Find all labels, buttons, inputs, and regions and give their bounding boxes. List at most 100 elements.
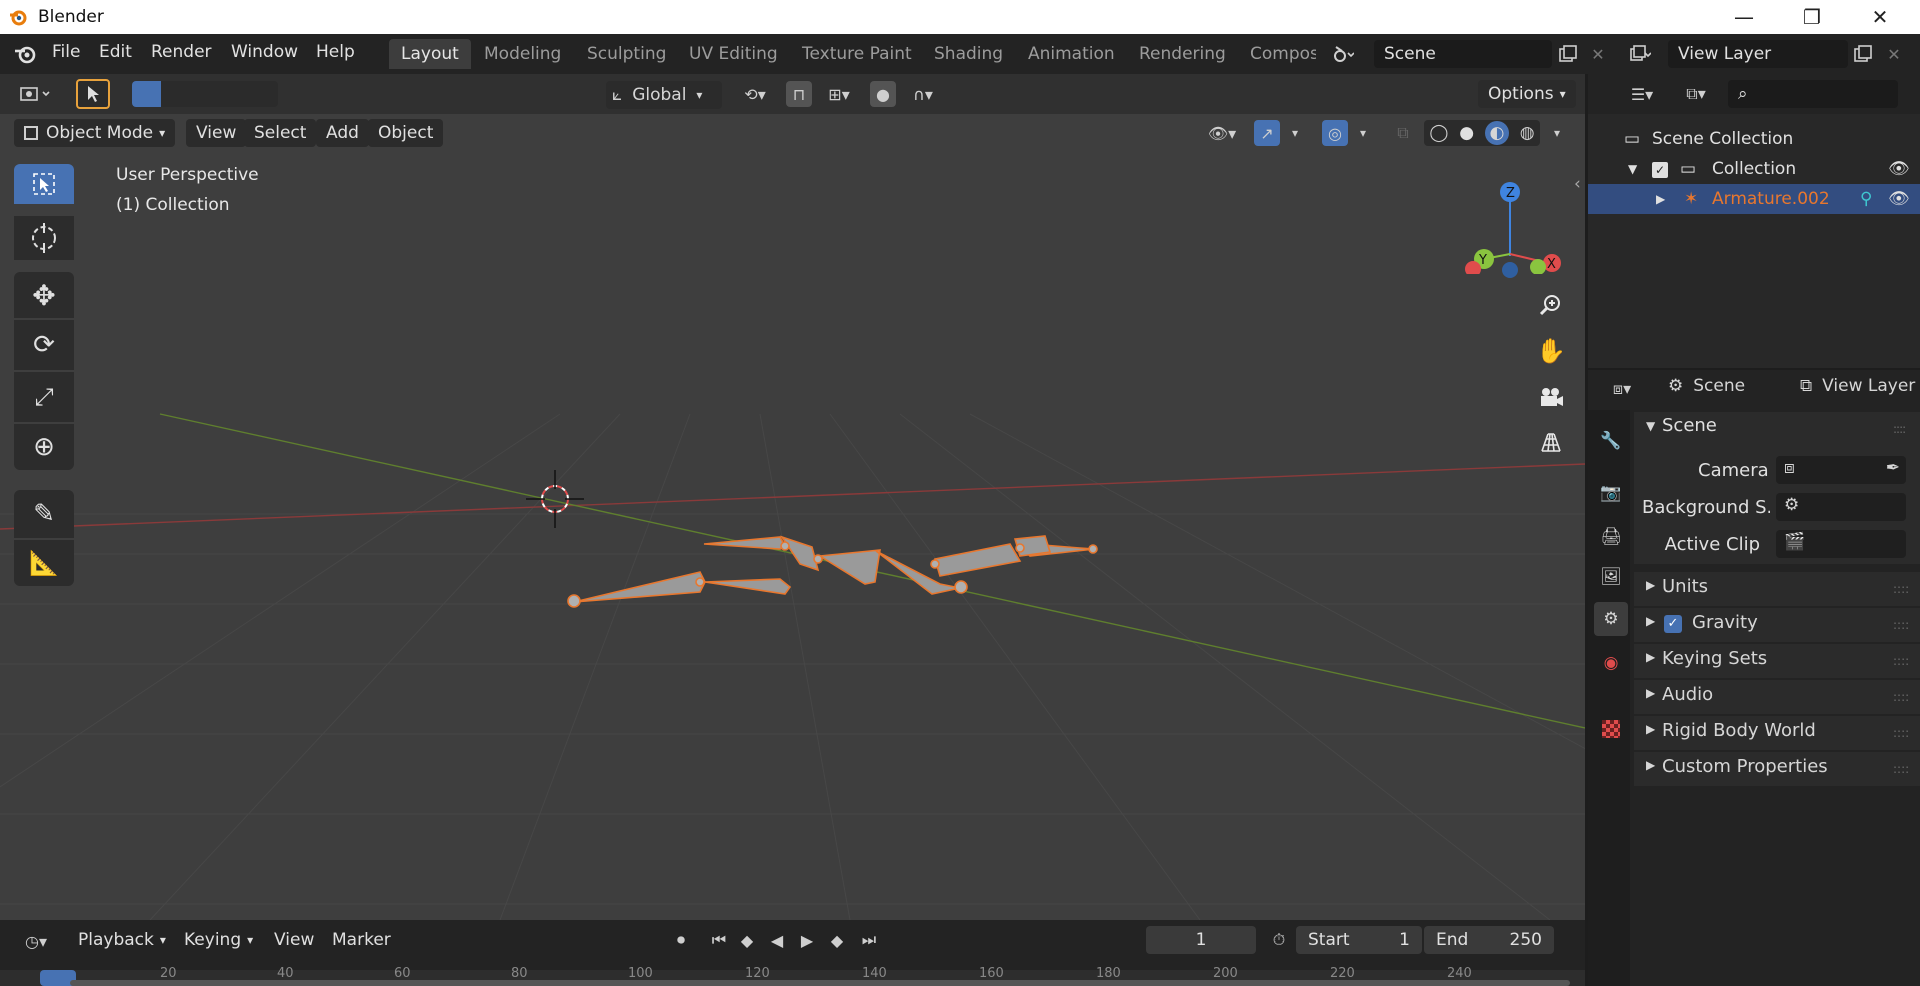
armature-data-icon[interactable]: ⚲ xyxy=(1860,184,1872,214)
properties-editor-type-icon[interactable]: ⧈▾ xyxy=(1602,376,1642,402)
transform-orientation-dropdown[interactable]: ⟀ Global ▾ xyxy=(606,81,722,109)
view-layer-tab-icon[interactable]: 🖼 xyxy=(1594,560,1628,594)
custom-properties-panel[interactable]: ▶ Custom Properties :::: xyxy=(1634,752,1920,786)
timeline-editor-type-icon[interactable]: ◷▾ xyxy=(16,928,56,954)
new-scene-icon[interactable] xyxy=(1555,41,1581,67)
keying-sets-panel[interactable]: ▶ Keying Sets :::: xyxy=(1634,644,1920,678)
units-panel[interactable]: ▶ Units :::: xyxy=(1634,572,1920,606)
menu-view[interactable]: View xyxy=(186,119,247,147)
object-mode-dropdown[interactable]: Object Mode ▾ xyxy=(14,119,176,147)
annotate-tool[interactable]: ✎ xyxy=(14,490,74,538)
timeline-view-menu[interactable]: View xyxy=(266,926,322,954)
eye-icon[interactable]: 👁 xyxy=(1888,154,1910,184)
armature-row[interactable]: ▶ ✶ Armature.002 ⚲ 👁 xyxy=(1588,184,1920,214)
jump-end-icon[interactable]: ⏭ xyxy=(856,927,882,953)
proportional-edit-icon[interactable]: ● xyxy=(870,81,896,107)
scale-tool[interactable]: ⤢ xyxy=(14,372,74,422)
view-layer-field[interactable]: View Layer xyxy=(1668,40,1848,68)
select-new-icon[interactable] xyxy=(132,81,161,107)
play-reverse-icon[interactable]: ◀ xyxy=(764,927,790,953)
collapse-arrow-icon[interactable]: ▼ xyxy=(1646,419,1655,433)
end-frame-field[interactable]: End 250 xyxy=(1424,926,1554,954)
sidebar-toggle-icon[interactable]: ‹ xyxy=(1574,174,1581,194)
menu-file[interactable]: File xyxy=(52,42,80,66)
gravity-checkbox[interactable]: ✓ xyxy=(1664,615,1682,633)
select-subtract-icon[interactable] xyxy=(190,81,219,107)
snap-toggle-icon[interactable]: ⊓ xyxy=(786,81,812,107)
world-tab-icon[interactable]: ◉ xyxy=(1594,646,1628,680)
tool-tab-icon[interactable]: 🔧 xyxy=(1594,424,1628,458)
preview-range-icon[interactable]: ⏱ xyxy=(1266,927,1292,953)
menu-help[interactable]: Help xyxy=(316,42,355,66)
falloff-icon[interactable]: ∩▾ xyxy=(900,81,946,107)
menu-add[interactable]: Add xyxy=(316,119,369,147)
snap-target-icon[interactable]: ⊞▾ xyxy=(816,81,862,107)
menu-edit[interactable]: Edit xyxy=(99,42,132,66)
3d-cursor[interactable] xyxy=(526,470,584,528)
collection-row[interactable]: ▼ ✓ ▭ Collection 👁 xyxy=(1588,154,1920,184)
shading-dropdown-icon[interactable]: ▾ xyxy=(1544,120,1570,146)
wireframe-shading-icon[interactable]: ◯ xyxy=(1429,123,1448,143)
new-view-layer-icon[interactable] xyxy=(1850,41,1876,67)
rendered-shading-icon[interactable]: ◍ xyxy=(1520,123,1535,143)
scene-collection-row[interactable]: ▭ Scene Collection xyxy=(1588,124,1920,154)
overlays-toggle-icon[interactable]: ◎ xyxy=(1322,120,1348,146)
tab-compositing[interactable]: Compos xyxy=(1238,39,1316,69)
eye-icon[interactable]: 👁 xyxy=(1888,184,1910,214)
scene-selector-icon[interactable] xyxy=(1330,41,1356,67)
delete-scene-icon[interactable]: ✕ xyxy=(1585,41,1611,67)
overlays-dropdown-icon[interactable]: ▾ xyxy=(1350,120,1376,146)
menu-object[interactable]: Object xyxy=(368,119,444,147)
scene-tab-icon[interactable]: ⚙ xyxy=(1594,602,1628,636)
audio-panel[interactable]: ▶ Audio :::: xyxy=(1634,680,1920,714)
output-tab-icon[interactable]: 🖨 xyxy=(1594,520,1628,554)
camera-view-icon[interactable] xyxy=(1532,378,1570,416)
select-extend-icon[interactable] xyxy=(161,81,190,107)
gizmo-dropdown-icon[interactable]: ▾ xyxy=(1282,120,1308,146)
menu-select[interactable]: Select xyxy=(244,119,317,147)
frame-ruler[interactable]: 20 40 60 80 100 120 140 160 180 200 220 240 xyxy=(0,966,1585,986)
blender-menu-icon[interactable] xyxy=(12,42,38,66)
camera-field[interactable]: ⧈ ✒ xyxy=(1776,456,1906,484)
menu-window[interactable]: Window xyxy=(231,42,298,66)
editor-type-icon[interactable] xyxy=(14,81,58,107)
expand-arrow-icon[interactable]: ▶ xyxy=(1656,184,1665,214)
neg-z-axis-icon[interactable] xyxy=(1502,262,1518,278)
material-shading-icon[interactable]: ◐ xyxy=(1484,121,1509,145)
zoom-icon[interactable] xyxy=(1532,286,1570,324)
tab-modeling[interactable]: Modeling xyxy=(472,39,573,69)
transform-tool[interactable]: ⊕ xyxy=(14,424,74,470)
outliner-editor-type-icon[interactable]: ☰▾ xyxy=(1622,81,1662,107)
texture-tab-icon[interactable] xyxy=(1594,712,1628,746)
gizmo-toggle-icon[interactable]: ↗ xyxy=(1254,120,1280,146)
delete-view-layer-icon[interactable]: ✕ xyxy=(1881,41,1907,67)
options-dropdown[interactable]: Options ▾ xyxy=(1478,80,1576,108)
menu-render[interactable]: Render xyxy=(151,42,212,66)
ortho-toggle-icon[interactable] xyxy=(1532,424,1570,462)
collapse-arrow-icon[interactable]: ▼ xyxy=(1628,154,1637,184)
select-intersect-icon[interactable] xyxy=(248,81,277,107)
active-clip-field[interactable]: 🎬 xyxy=(1776,530,1906,558)
xray-toggle-icon[interactable]: ⧉ xyxy=(1390,120,1416,146)
select-box-tool[interactable] xyxy=(14,164,74,204)
rigid-body-world-panel[interactable]: ▶ Rigid Body World :::: xyxy=(1634,716,1920,750)
tab-sculpting[interactable]: Sculpting xyxy=(575,39,678,69)
render-tab-icon[interactable]: 📷 xyxy=(1594,476,1628,510)
drag-grip-icon[interactable]: :::: xyxy=(1893,422,1906,436)
measure-tool[interactable]: 📐 xyxy=(14,540,74,586)
cursor-tool[interactable] xyxy=(14,216,74,260)
pivot-point-icon[interactable]: ⟲▾ xyxy=(735,81,775,107)
tab-rendering[interactable]: Rendering xyxy=(1127,39,1238,69)
jump-start-icon[interactable]: ⏮ xyxy=(706,927,732,953)
visibility-icon[interactable]: 👁▾ xyxy=(1200,120,1244,146)
record-icon[interactable]: ⏺ xyxy=(668,927,694,953)
3d-viewport[interactable]: ⟀ Global ▾ ⟲▾ ⊓ ⊞▾ ● ∩▾ Options ▾ Object … xyxy=(0,74,1585,920)
keying-menu[interactable]: Keying ▾ xyxy=(176,926,261,954)
pan-hand-icon[interactable]: ✋ xyxy=(1532,332,1570,370)
navigation-gizmo[interactable]: Z X Y xyxy=(1452,164,1562,274)
tab-uv-editing[interactable]: UV Editing xyxy=(677,39,790,69)
close-button[interactable]: ✕ xyxy=(1852,0,1908,34)
play-icon[interactable]: ▶ xyxy=(794,927,820,953)
tab-animation[interactable]: Animation xyxy=(1016,39,1127,69)
rotate-tool[interactable]: ⟳ xyxy=(14,320,74,370)
